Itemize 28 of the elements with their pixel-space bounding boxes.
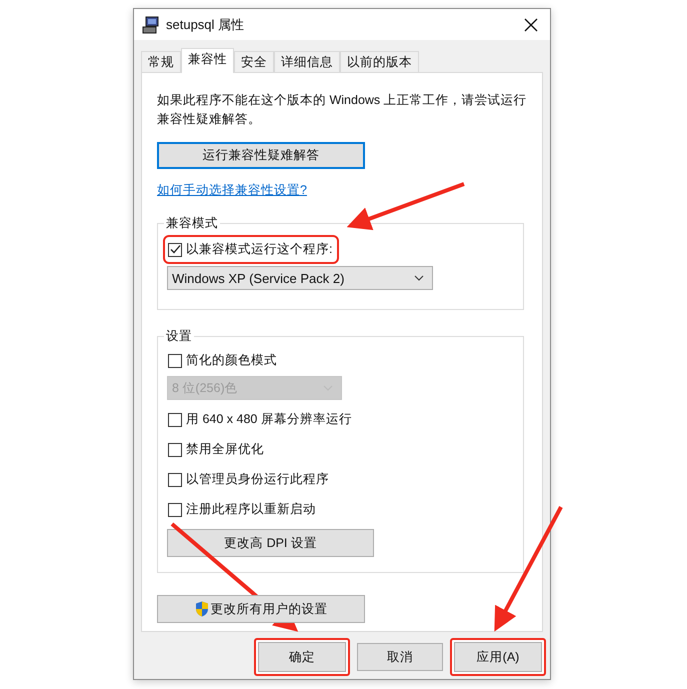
- dpi-settings-button[interactable]: 更改高 DPI 设置: [167, 529, 374, 557]
- group-title: 兼容模式: [165, 215, 219, 232]
- close-icon[interactable]: [524, 18, 538, 32]
- tab[interactable]: 常规: [141, 51, 181, 72]
- os-dropdown[interactable]: Windows XP (Service Pack 2): [167, 266, 433, 290]
- compat-mode-checkbox[interactable]: 以兼容模式运行这个程序:: [167, 239, 336, 260]
- computer-icon: [142, 16, 160, 34]
- dialog-button[interactable]: 应用(A): [450, 638, 546, 676]
- group-title: 设置: [165, 328, 193, 345]
- tab[interactable]: 兼容性: [181, 48, 234, 73]
- description-text: 如果此程序不能在这个版本的 Windows 上正常工作，请尝试运行兼容性疑难解答。: [157, 92, 528, 128]
- setting-checkbox[interactable]: 禁用全屏优化: [167, 439, 267, 460]
- shield-icon: [194, 601, 208, 617]
- chevron-down-icon: [414, 275, 424, 281]
- setting-checkbox[interactable]: 以管理员身份运行此程序: [167, 469, 332, 490]
- tab[interactable]: 以前的版本: [340, 51, 419, 72]
- tab[interactable]: 详细信息: [274, 51, 340, 72]
- troubleshoot-button[interactable]: 运行兼容性疑难解答: [157, 142, 365, 169]
- setting-checkbox[interactable]: 注册此程序以重新启动: [167, 499, 319, 520]
- setting-checkbox[interactable]: 用 640 x 480 屏幕分辨率运行: [167, 409, 355, 430]
- dialog-button[interactable]: 确定: [254, 638, 350, 676]
- window-title: setupsql 属性: [166, 16, 246, 34]
- dialog-button[interactable]: 取消: [357, 643, 443, 671]
- all-users-settings-button[interactable]: 更改所有用户的设置: [157, 595, 365, 623]
- tab[interactable]: 安全: [234, 51, 274, 72]
- checkmark-icon: [170, 244, 180, 255]
- help-link[interactable]: 如何手动选择兼容性设置?: [157, 182, 307, 199]
- setting-checkbox[interactable]: 简化的颜色模式: [167, 350, 280, 371]
